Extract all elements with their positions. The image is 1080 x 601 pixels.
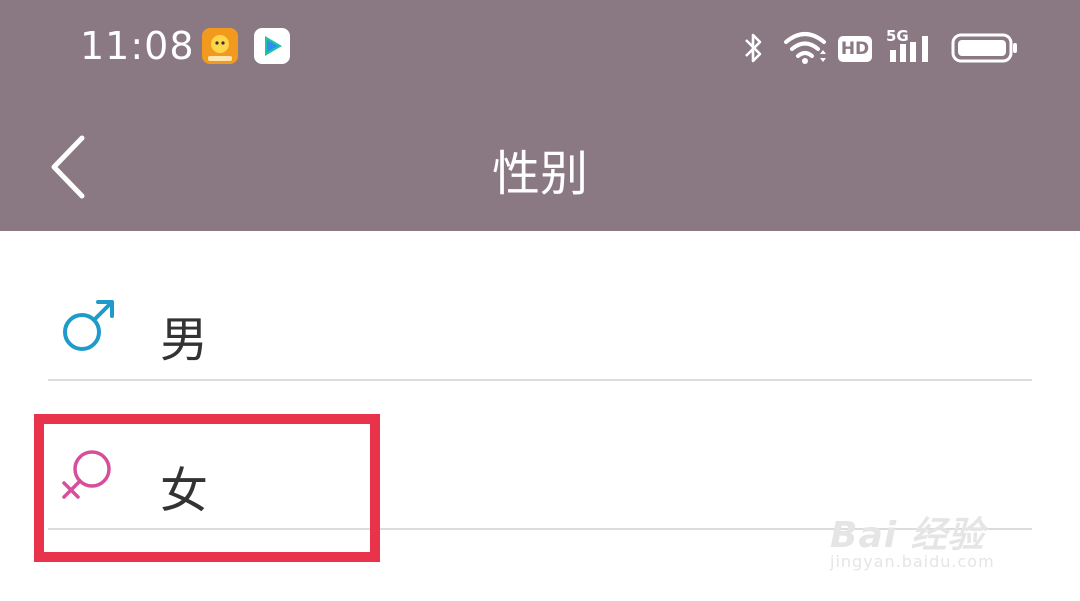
gender-option-female[interactable]: 女 [48, 381, 1032, 529]
battery-icon [950, 32, 1020, 72]
signal-icon [886, 32, 938, 72]
divider [48, 528, 1032, 530]
gender-label-male: 男 [160, 312, 209, 368]
gender-label-female: 女 [160, 463, 209, 519]
status-bar: 11:08 HD 5G [0, 0, 1080, 100]
video-app-icon [254, 28, 290, 64]
status-time: 11:08 [80, 24, 195, 68]
wifi-icon [782, 28, 828, 68]
watermark-url: jingyan.baidu.com [830, 552, 995, 571]
bluetooth-icon [740, 28, 766, 68]
hd-icon: HD [838, 36, 872, 62]
page-title: 性别 [491, 146, 588, 202]
female-symbol-icon [62, 450, 111, 499]
navigation-bar: 性别 [0, 100, 1080, 231]
male-symbol-icon [63, 300, 114, 351]
gender-option-male[interactable]: 男 [48, 232, 1032, 380]
app-icon-orange [202, 28, 238, 64]
